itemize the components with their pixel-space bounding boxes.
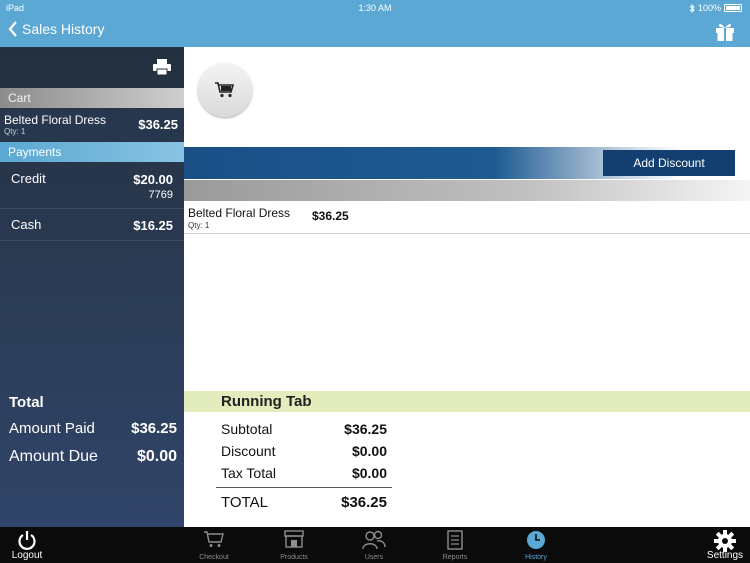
bottom-tab-bar: Logout Checkout Products Users Reports H… bbox=[0, 527, 750, 563]
line-item-price: $36.25 bbox=[312, 209, 349, 223]
discount-row: Discount $0.00 bbox=[221, 443, 392, 459]
reports-icon bbox=[447, 530, 463, 550]
gift-icon[interactable] bbox=[714, 20, 736, 42]
total-row: TOTAL $36.25 bbox=[221, 494, 392, 511]
amount-paid-value: $36.25 bbox=[131, 420, 177, 437]
amount-due-value: $0.00 bbox=[136, 448, 177, 465]
products-label: Products bbox=[280, 554, 308, 561]
status-bar: iPad 1:30 AM 100% bbox=[0, 0, 750, 16]
tab-reports[interactable]: Reports bbox=[433, 527, 477, 563]
reports-label: Reports bbox=[442, 554, 468, 561]
tax-label: Tax Total bbox=[221, 465, 276, 481]
discount-value: $0.00 bbox=[351, 443, 387, 459]
back-label: Sales History bbox=[22, 21, 105, 37]
subtotal-label: Subtotal bbox=[221, 421, 273, 437]
payment-amount: $20.00 bbox=[133, 172, 173, 187]
subtotal-value: $36.25 bbox=[344, 421, 387, 437]
tab-users[interactable]: Users bbox=[352, 527, 396, 563]
power-icon bbox=[18, 531, 36, 550]
back-button[interactable]: Sales History bbox=[8, 21, 104, 37]
tax-row: Tax Total $0.00 bbox=[221, 465, 392, 481]
total-value: $36.25 bbox=[341, 494, 387, 511]
tab-checkout[interactable]: Checkout bbox=[192, 527, 236, 563]
checkout-label: Checkout bbox=[199, 554, 229, 561]
items-header-band bbox=[184, 180, 750, 201]
running-tab-title: Running Tab bbox=[221, 393, 312, 410]
cart-icon bbox=[204, 531, 224, 547]
battery-icon bbox=[724, 4, 742, 12]
amount-paid: Amount Paid $36.25 bbox=[9, 420, 177, 437]
cart-item-price: $36.25 bbox=[138, 117, 178, 132]
settings-label: Settings bbox=[706, 550, 744, 561]
payment-row-cash[interactable]: Cash $16.25 bbox=[0, 209, 184, 241]
subtotal-row: Subtotal $36.25 bbox=[221, 421, 392, 437]
line-item-qty: Qty: 1 bbox=[188, 221, 210, 230]
payment-method: Credit bbox=[11, 171, 46, 186]
tab-products[interactable]: Products bbox=[272, 527, 316, 563]
users-label: Users bbox=[364, 554, 384, 561]
history-label: History bbox=[525, 554, 547, 561]
line-item-name: Belted Floral Dress bbox=[188, 206, 291, 220]
cart-icon bbox=[215, 82, 235, 98]
total-title: Total bbox=[9, 394, 44, 411]
navigation-bar: Sales History bbox=[0, 16, 750, 47]
cart-item-qty: Qty: 1 bbox=[4, 127, 26, 136]
payment-amount: $16.25 bbox=[133, 218, 173, 233]
summary-divider bbox=[216, 487, 392, 488]
receipt-panel: Cart Belted Floral Dress Qty: 1 $36.25 P… bbox=[0, 47, 184, 527]
payments-section-header: Payments bbox=[0, 142, 184, 162]
payment-row-credit[interactable]: Credit $20.00 7769 bbox=[0, 163, 184, 209]
users-icon bbox=[362, 530, 386, 550]
amount-paid-label: Amount Paid bbox=[9, 420, 95, 437]
store-icon bbox=[284, 530, 304, 548]
clock: 1:30 AM bbox=[358, 3, 392, 13]
tab-history[interactable]: History bbox=[514, 527, 558, 563]
logout-button[interactable]: Logout bbox=[4, 527, 50, 563]
battery-indicator: 100% bbox=[689, 3, 742, 13]
logout-label: Logout bbox=[11, 550, 43, 561]
gear-icon bbox=[714, 530, 736, 552]
cart-item-name: Belted Floral Dress bbox=[4, 113, 107, 127]
amount-due-label: Amount Due bbox=[9, 448, 98, 465]
amount-due: Amount Due $0.00 bbox=[9, 448, 177, 466]
bluetooth-icon bbox=[689, 3, 695, 13]
tax-value: $0.00 bbox=[351, 465, 387, 481]
cart-button[interactable] bbox=[198, 63, 252, 117]
payment-method: Cash bbox=[11, 217, 42, 232]
total-label: TOTAL bbox=[221, 494, 268, 511]
battery-percent: 100% bbox=[697, 3, 721, 13]
clock-icon bbox=[527, 531, 545, 549]
cart-section-header: Cart bbox=[0, 88, 184, 108]
line-item[interactable]: Belted Floral Dress Qty: 1 $36.25 bbox=[184, 202, 750, 234]
chevron-left-icon bbox=[8, 21, 17, 37]
cart-item[interactable]: Belted Floral Dress Qty: 1 $36.25 bbox=[0, 109, 184, 141]
settings-button[interactable]: Settings bbox=[702, 527, 748, 563]
sale-detail-panel: Add Discount Belted Floral Dress Qty: 1 … bbox=[184, 47, 750, 527]
add-discount-button[interactable]: Add Discount bbox=[603, 150, 735, 176]
discount-label: Discount bbox=[221, 443, 276, 459]
printer-icon[interactable] bbox=[152, 59, 172, 75]
running-tab-header: Running Tab bbox=[184, 391, 750, 412]
payment-reference: 7769 bbox=[148, 189, 173, 201]
